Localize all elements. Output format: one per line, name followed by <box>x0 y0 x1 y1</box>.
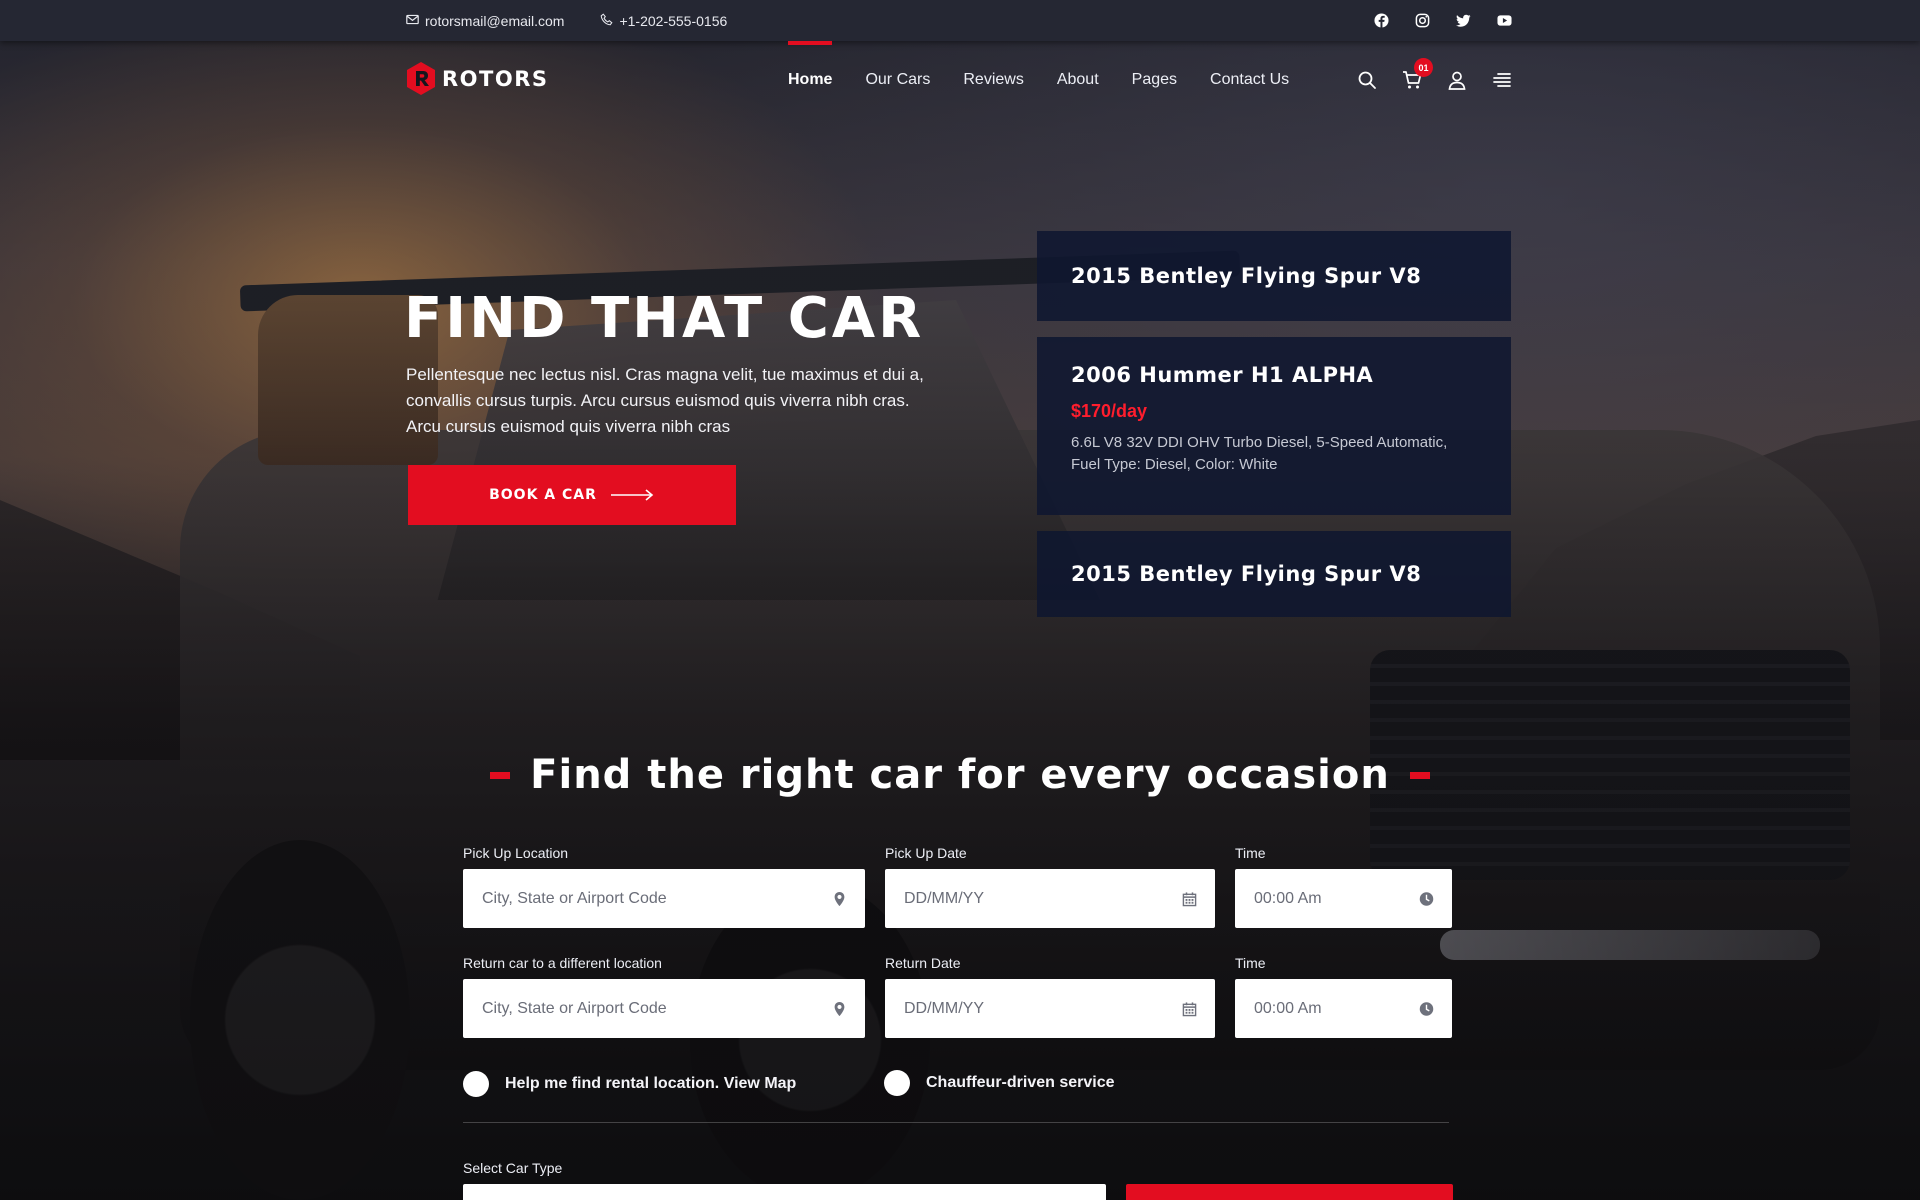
phone-text: +1-202-555-0156 <box>619 12 728 29</box>
youtube-icon[interactable] <box>1497 13 1512 28</box>
site-logo[interactable]: ROTORS <box>406 62 549 95</box>
search-icon[interactable] <box>1357 70 1377 90</box>
cart-count-badge: 01 <box>1414 58 1433 77</box>
map-pin-icon <box>832 1001 847 1017</box>
car-card-active[interactable]: 2006 Hummer H1 ALPHA $170/day 6.6L V8 32… <box>1037 337 1511 515</box>
pickup-location-placeholder: City, State or Airport Code <box>482 889 667 907</box>
return-date-input[interactable]: DD/MM/YY <box>885 979 1215 1038</box>
top-bar: rotorsmail@email.com +1-202-555-0156 <box>0 0 1920 41</box>
search-form-heading: Find the right car for every occasion <box>0 752 1920 798</box>
instagram-icon[interactable] <box>1415 13 1430 28</box>
car-type-label: Select Car Type <box>463 1160 563 1176</box>
title-accent-right <box>1409 771 1430 779</box>
calendar-icon <box>1182 891 1197 907</box>
title-accent-left <box>490 771 511 779</box>
envelope-icon <box>406 13 419 29</box>
arrow-right-icon <box>610 489 655 501</box>
view-map-radio[interactable] <box>463 1071 489 1097</box>
email-text: rotorsmail@email.com <box>425 12 565 29</box>
car-type-select[interactable] <box>463 1184 1106 1200</box>
nav-item-about[interactable]: About <box>1057 41 1099 119</box>
hero-title: FIND THAT CAR <box>404 286 925 351</box>
pickup-time-input[interactable]: 00:00 Am <box>1235 869 1452 928</box>
pickup-date-input[interactable]: DD/MM/YY <box>885 869 1215 928</box>
nav-item-home[interactable]: Home <box>788 41 833 119</box>
pickup-location-label: Pick Up Location <box>463 845 569 861</box>
car-name: 2015 Bentley Flying Spur V8 <box>1071 562 1422 586</box>
pickup-location-input[interactable]: City, State or Airport Code <box>463 869 865 928</box>
car-description: 6.6L V8 32V DDI OHV Turbo Diesel, 5-Spee… <box>1071 434 1448 473</box>
menu-icon[interactable] <box>1492 70 1512 90</box>
return-time-placeholder: 00:00 Am <box>1254 999 1322 1017</box>
twitter-icon[interactable] <box>1456 13 1471 28</box>
brand-name: ROTORS <box>442 66 549 91</box>
chauffeur-radio[interactable] <box>884 1070 910 1096</box>
social-links <box>1374 0 1512 41</box>
contact-info: rotorsmail@email.com +1-202-555-0156 <box>406 0 727 41</box>
pickup-time-label: Time <box>1235 845 1266 861</box>
calendar-icon <box>1182 1001 1197 1017</box>
return-location-input[interactable]: City, State or Airport Code <box>463 979 865 1038</box>
phone-icon <box>600 12 613 29</box>
search-form-title: Find the right car for every occasion <box>530 752 1390 798</box>
car-name: 2006 Hummer H1 ALPHA <box>1071 363 1374 387</box>
return-location-label: Return car to a different location <box>463 955 662 971</box>
pickup-time-placeholder: 00:00 Am <box>1254 889 1322 907</box>
return-date-placeholder: DD/MM/YY <box>904 999 984 1017</box>
user-icon[interactable] <box>1447 70 1467 90</box>
car-price: $170/day <box>1071 401 1148 421</box>
map-pin-icon <box>832 891 847 907</box>
car-card[interactable]: 2015 Bentley Flying Spur V8 <box>1037 231 1511 321</box>
return-date-label: Return Date <box>885 955 961 971</box>
form-divider <box>463 1122 1449 1123</box>
return-time-label: Time <box>1235 955 1266 971</box>
search-submit-button[interactable] <box>1126 1184 1453 1200</box>
car-name: 2015 Bentley Flying Spur V8 <box>1071 264 1422 288</box>
facebook-icon[interactable] <box>1374 13 1389 28</box>
nav-actions: 01 <box>1357 41 1512 119</box>
logo-icon <box>406 62 436 95</box>
pickup-date-label: Pick Up Date <box>885 845 967 861</box>
view-map-label: Help me find rental location. View Map <box>505 1075 797 1092</box>
nav-item-pages[interactable]: Pages <box>1132 41 1177 119</box>
nav-item-our-cars[interactable]: Our Cars <box>865 41 930 119</box>
pickup-date-placeholder: DD/MM/YY <box>904 889 984 907</box>
clock-icon <box>1419 891 1434 907</box>
email-link[interactable]: rotorsmail@email.com <box>406 13 564 29</box>
return-location-placeholder: City, State or Airport Code <box>482 999 667 1017</box>
view-map-option[interactable]: Help me find rental location. View Map <box>463 1071 796 1097</box>
return-time-input[interactable]: 00:00 Am <box>1235 979 1452 1038</box>
hero-description: Pellentesque nec lectus nisl. Cras magna… <box>406 365 924 436</box>
cart-button[interactable]: 01 <box>1402 58 1433 90</box>
phone-link[interactable]: +1-202-555-0156 <box>600 13 727 29</box>
main-navigation: ROTORS Home Our Cars Reviews About Pages… <box>0 41 1920 119</box>
chauffeur-label: Chauffeur-driven service <box>926 1074 1115 1091</box>
nav-menu: Home Our Cars Reviews About Pages Contac… <box>788 41 1289 119</box>
nav-item-contact-us[interactable]: Contact Us <box>1210 41 1289 119</box>
nav-item-reviews[interactable]: Reviews <box>963 41 1023 119</box>
book-a-car-button[interactable]: BOOK A CAR <box>408 465 736 525</box>
chauffeur-option[interactable]: Chauffeur-driven service <box>884 1070 1115 1096</box>
book-a-car-label: BOOK A CAR <box>489 487 597 503</box>
car-card[interactable]: 2015 Bentley Flying Spur V8 <box>1037 531 1511 617</box>
clock-icon <box>1419 1001 1434 1017</box>
